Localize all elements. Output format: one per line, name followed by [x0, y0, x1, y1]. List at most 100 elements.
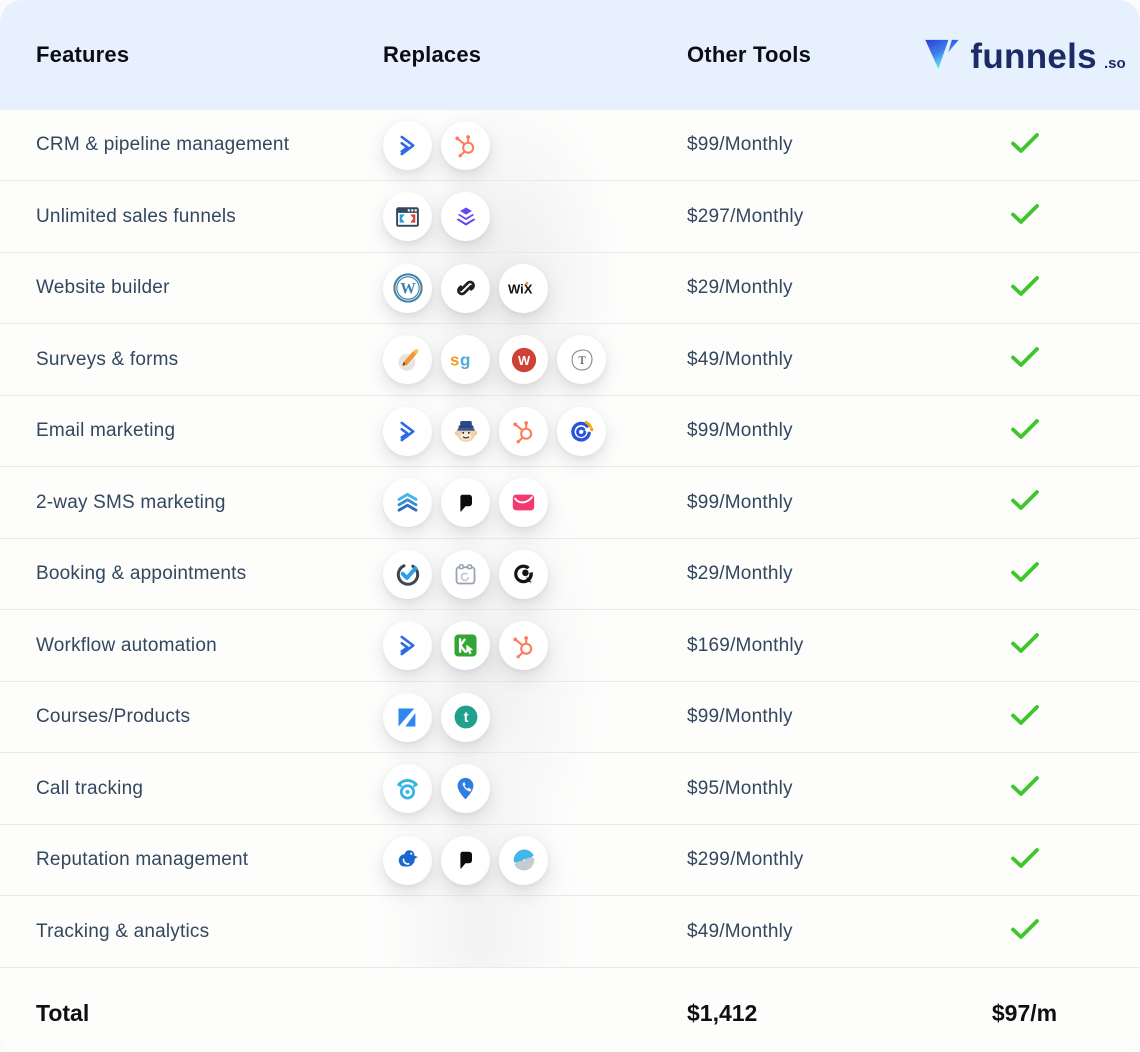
- replaces-icons: [383, 621, 687, 670]
- table-row: Email marketing $99/Monthly: [0, 396, 1140, 467]
- replaces-icons: [383, 192, 687, 241]
- funnels-included-cell: [909, 704, 1140, 731]
- checkmark-icon: [1010, 847, 1040, 874]
- funnels-included-cell: [909, 346, 1140, 373]
- replaces-icons: [383, 836, 687, 885]
- table-row: Website builder W WiX $29/Monthly: [0, 253, 1140, 324]
- wix-icon: WiX: [499, 264, 548, 313]
- checkmark-icon: [1010, 132, 1040, 159]
- feature-label: Unlimited sales funnels: [0, 206, 383, 228]
- other-tools-price: $49/Monthly: [687, 921, 909, 943]
- activecampaign-icon: [383, 121, 432, 170]
- activecampaign-icon: [383, 621, 432, 670]
- feature-label: Courses/Products: [0, 706, 383, 728]
- other-tools-total: $1,412: [687, 1000, 909, 1027]
- feature-label: Surveys & forms: [0, 349, 383, 371]
- replaces-icons: sg W T: [383, 335, 687, 384]
- schedule-check-icon: [383, 550, 432, 599]
- funnels-included-cell: [909, 632, 1140, 659]
- replaces-icons: [383, 764, 687, 813]
- table-row: Booking & appointments $29/Monthly: [0, 539, 1140, 610]
- checkmark-icon: [1010, 346, 1040, 373]
- table-row: Workflow automation $169/Monthly: [0, 610, 1140, 682]
- form-pencil-icon: [383, 335, 432, 384]
- keap-icon: [441, 621, 490, 670]
- replaces-icons: t: [383, 693, 687, 742]
- replaces-icons: [383, 407, 687, 456]
- surveygizmo-icon: sg: [441, 335, 490, 384]
- phone-pin-icon: [441, 764, 490, 813]
- other-tools-price: $299/Monthly: [687, 849, 909, 871]
- other-tools-price: $99/Monthly: [687, 706, 909, 728]
- feature-label: Email marketing: [0, 420, 383, 442]
- funnel-gradient-icon: [923, 36, 961, 74]
- checkmark-icon: [1010, 418, 1040, 445]
- feature-label: Tracking & analytics: [0, 921, 383, 943]
- feature-label: Call tracking: [0, 778, 383, 800]
- hubspot-icon: [441, 121, 490, 170]
- other-tools-price: $95/Monthly: [687, 778, 909, 800]
- wordpress-icon: W: [383, 264, 432, 313]
- feature-label: Workflow automation: [0, 635, 383, 657]
- logo-suffix-text: .so: [1104, 56, 1126, 74]
- table-row: 2-way SMS marketing $99/Monthly: [0, 467, 1140, 539]
- hubspot-icon: [499, 407, 548, 456]
- squarespace-icon: [441, 264, 490, 313]
- other-tools-price: $29/Monthly: [687, 277, 909, 299]
- table-row: Tracking & analytics $49/Monthly: [0, 896, 1140, 968]
- other-tools-price: $297/Monthly: [687, 206, 909, 228]
- funnels-total-price: $97/m: [909, 1000, 1140, 1027]
- other-tools-price: $169/Monthly: [687, 635, 909, 657]
- mailchimp-icon: [441, 407, 490, 456]
- header-features: Features: [0, 42, 383, 68]
- table-body: CRM & pipeline management $99/Monthly Un…: [0, 110, 1140, 968]
- feature-label: Website builder: [0, 277, 383, 299]
- funnels-included-cell: [909, 489, 1140, 516]
- svg-text:T: T: [578, 353, 586, 367]
- kajabi-icon: [383, 693, 432, 742]
- constant-contact-icon: [557, 407, 606, 456]
- feature-label: Booking & appointments: [0, 563, 383, 585]
- activecampaign-icon: [383, 407, 432, 456]
- acuity-icon: [499, 550, 548, 599]
- podium-icon: [441, 478, 490, 527]
- svg-text:W: W: [517, 352, 530, 367]
- checkmark-icon: [1010, 561, 1040, 588]
- logo-brand-text: funnels: [970, 39, 1097, 74]
- replaces-icons: W WiX: [383, 264, 687, 313]
- checkmark-icon: [1010, 203, 1040, 230]
- podium-icon: [441, 836, 490, 885]
- checkmark-icon: [1010, 275, 1040, 302]
- funnels-included-cell: [909, 275, 1140, 302]
- svg-text:g: g: [460, 350, 470, 369]
- funnels-included-cell: [909, 203, 1140, 230]
- other-tools-price: $99/Monthly: [687, 134, 909, 156]
- svg-text:t: t: [463, 710, 468, 726]
- table-row: Call tracking $95/Monthly: [0, 753, 1140, 825]
- funnels-logo: funnels .so: [909, 36, 1140, 74]
- total-label: Total: [0, 1000, 383, 1027]
- table-row: Reputation management $299/Monthly: [0, 825, 1140, 896]
- sms-envelope-icon: [499, 478, 548, 527]
- teachable-icon: t: [441, 693, 490, 742]
- total-row: Total $1,412 $97/m: [0, 968, 1140, 1052]
- clickfunnels-icon: [383, 192, 432, 241]
- header-other-tools: Other Tools: [687, 42, 909, 68]
- feature-label: 2-way SMS marketing: [0, 492, 383, 514]
- svg-text:W: W: [400, 280, 416, 297]
- funnels-included-cell: [909, 561, 1140, 588]
- checkmark-icon: [1010, 775, 1040, 802]
- funnels-included-cell: [909, 847, 1140, 874]
- table-row: Surveys & forms sg W T $49/Monthly: [0, 324, 1140, 396]
- replaces-icons: [383, 121, 687, 170]
- replaces-icons: [383, 550, 687, 599]
- svg-text:WiX: WiX: [508, 281, 533, 296]
- other-tools-price: $49/Monthly: [687, 349, 909, 371]
- sms-chevrons-icon: [383, 478, 432, 527]
- table-header: Features Replaces Other Tools funn: [0, 0, 1140, 110]
- svg-text:s: s: [450, 350, 459, 369]
- funnels-included-cell: [909, 775, 1140, 802]
- checkmark-icon: [1010, 704, 1040, 731]
- table-row: Courses/Products t $99/Monthly: [0, 682, 1140, 753]
- replaces-icons: [383, 478, 687, 527]
